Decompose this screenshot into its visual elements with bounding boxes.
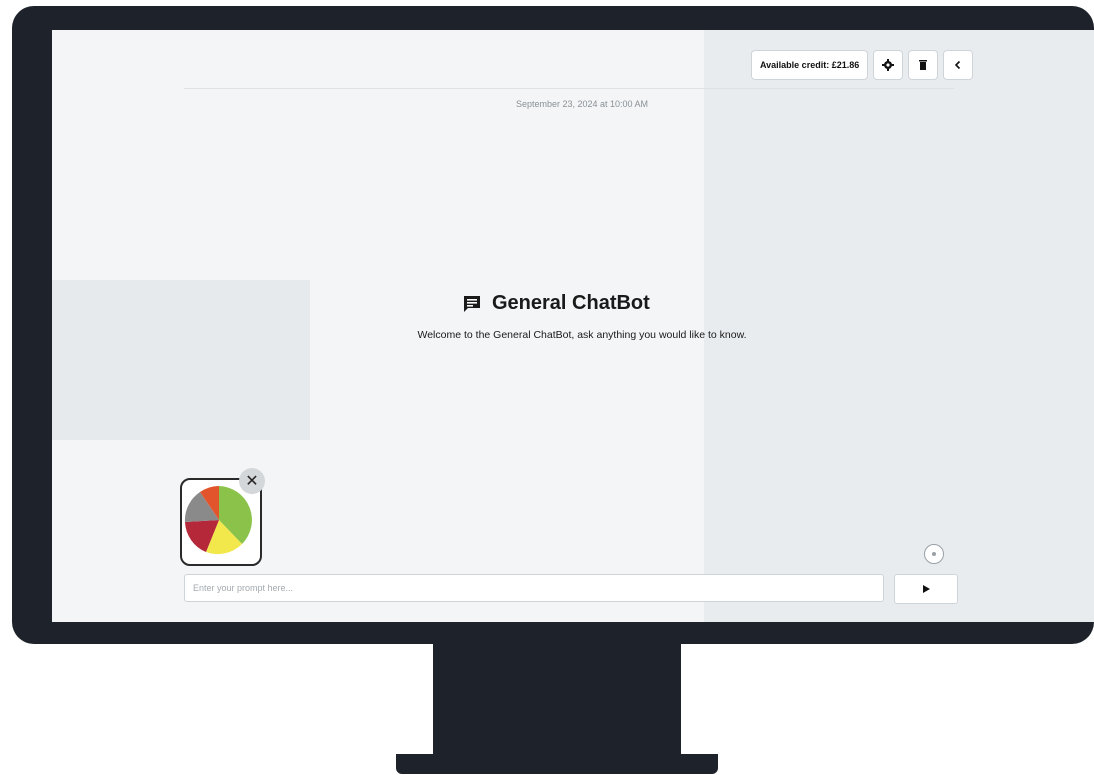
dot-icon [932, 552, 936, 556]
chatbot-title: General ChatBot [462, 292, 702, 315]
monitor-bezel: Available credit: £21.86 September 23, 2… [12, 6, 1094, 644]
scroll-down-button[interactable] [924, 544, 944, 564]
monitor-stand-base [396, 754, 718, 774]
send-button[interactable] [894, 574, 958, 604]
app-screen: Available credit: £21.86 September 23, 2… [52, 30, 1094, 622]
chatbot-title-text: General ChatBot [492, 292, 650, 314]
chat-icon [464, 295, 480, 312]
top-toolbar: Available credit: £21.86 [751, 50, 974, 80]
credit-display[interactable]: Available credit: £21.86 [751, 50, 869, 80]
play-icon [923, 585, 930, 593]
remove-attachment-button[interactable]: ✕ [239, 468, 265, 494]
gear-icon [882, 59, 895, 71]
settings-button[interactable] [873, 50, 904, 80]
collapse-button[interactable] [943, 50, 974, 80]
delete-button[interactable] [908, 50, 939, 80]
header-divider [184, 88, 954, 89]
welcome-message: Welcome to the General ChatBot, ask anyt… [417, 329, 747, 341]
chat-timestamp: September 23, 2024 at 10:00 AM [515, 99, 649, 109]
background-panel [704, 30, 1094, 622]
trash-icon [919, 60, 928, 70]
monitor-stand-neck [433, 644, 681, 756]
background-panel-left [52, 280, 310, 440]
chevron-left-icon [955, 60, 961, 70]
prompt-input[interactable] [184, 574, 884, 602]
